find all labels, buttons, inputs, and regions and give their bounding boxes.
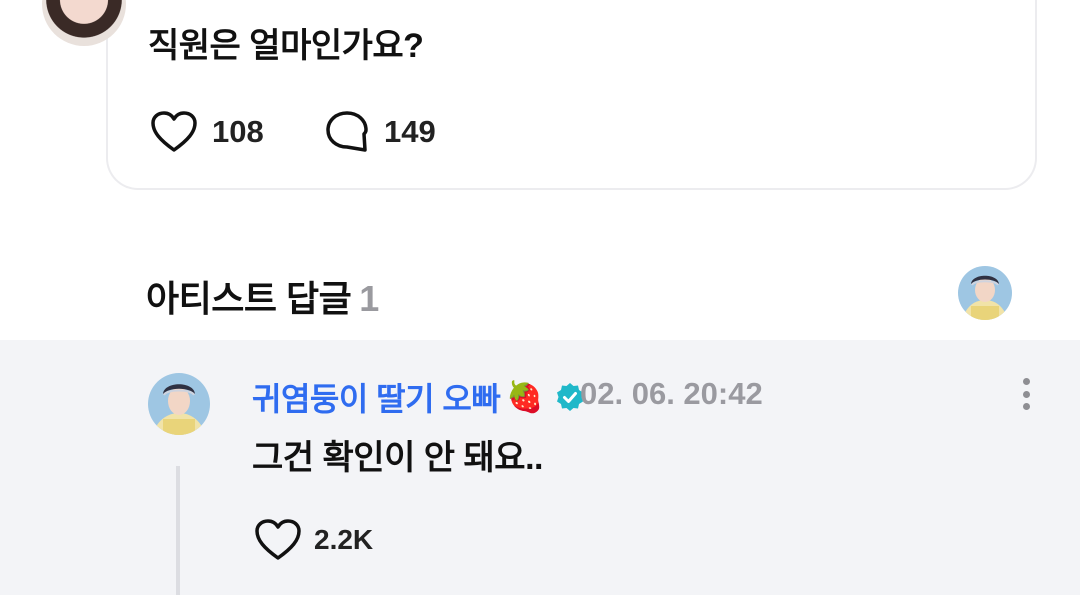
heart-outline-icon: [151, 111, 197, 152]
speech-bubble-icon: [326, 111, 368, 152]
reply-like-button[interactable]: 2.2K: [254, 518, 373, 562]
post-text: 직원은 얼마인가요?: [148, 27, 424, 65]
post-comment-count: 149: [384, 114, 436, 149]
strawberry-emoji: 🍓: [506, 380, 544, 414]
post-like-count: 108: [212, 114, 264, 149]
avatar-image: [958, 266, 1012, 320]
reply-like-count: 2.2K: [314, 524, 374, 555]
reply-text: 그건 확인이 안 돼요..: [252, 439, 543, 477]
reply-author-name[interactable]: 귀염둥이 딸기 오빠 🍓: [252, 374, 585, 420]
more-vertical-icon[interactable]: [1012, 374, 1040, 414]
reply-author-avatar[interactable]: [148, 373, 210, 435]
post-comment-button[interactable]: 149: [324, 110, 436, 154]
section-title: 아티스트 답글: [146, 278, 352, 319]
reply-timestamp: 02. 06. 20:42: [580, 376, 763, 411]
heart-outline-icon: [255, 519, 301, 560]
section-count: 1: [359, 278, 379, 319]
artist-avatar[interactable]: [958, 266, 1012, 320]
author-name-text: 귀염둥이 딸기 오빠: [252, 381, 501, 417]
section-header: 아티스트 답글 1: [146, 270, 379, 322]
post-like-button[interactable]: 108: [150, 110, 264, 154]
thread-line: [176, 466, 180, 595]
avatar-image: [148, 373, 210, 435]
